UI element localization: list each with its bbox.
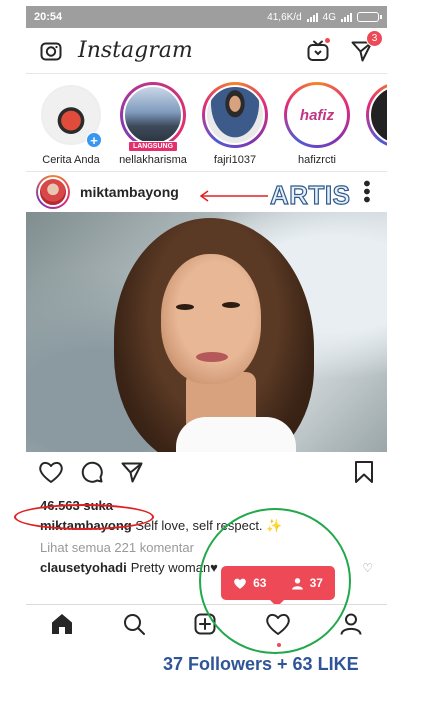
post-actions <box>26 452 387 496</box>
story-thumb-text: hafiz <box>299 106 335 124</box>
story-name: hafizrcti <box>298 154 336 166</box>
direct-badge: 3 <box>366 29 383 47</box>
signal-icon-2 <box>341 12 352 22</box>
add-story-icon[interactable]: + <box>86 132 102 148</box>
comment-like-icon[interactable]: ♡ <box>362 561 373 575</box>
more-options-icon[interactable]: ••• <box>354 180 377 204</box>
search-icon[interactable] <box>122 612 146 641</box>
story-item[interactable]: fajri1037 <box>198 82 272 171</box>
network-type: 4G <box>322 11 336 23</box>
bookmark-icon[interactable] <box>353 460 375 489</box>
annotation-arrow <box>199 190 268 202</box>
photo-eye <box>176 304 194 310</box>
photo-shirt <box>176 417 296 452</box>
signal-icon <box>306 12 318 22</box>
live-badge: LANGSUNG <box>127 141 179 152</box>
battery-icon <box>357 12 382 22</box>
annotation-likes-oval <box>14 504 154 530</box>
status-bar: 20:54 41,6K/d 4G <box>26 6 387 28</box>
post-username[interactable]: miktambayong <box>80 184 179 200</box>
story-item[interactable]: dage <box>362 82 387 171</box>
app-logo: Instagram <box>78 38 193 63</box>
photo-lips <box>196 352 228 362</box>
story-name: Cerita Anda <box>42 154 100 166</box>
direct-message-icon[interactable]: 3 <box>347 29 383 66</box>
igtv-new-dot <box>324 36 331 44</box>
camera-icon[interactable] <box>36 36 66 66</box>
photo-eye <box>222 302 240 308</box>
comment-username[interactable]: clausetyohadi <box>40 560 127 575</box>
like-heart-icon[interactable] <box>38 460 64 489</box>
stories-tray[interactable]: + Cerita Anda LANGSUNG nellakharisma faj… <box>26 74 387 172</box>
avatar[interactable] <box>36 175 70 209</box>
comment-icon[interactable] <box>80 460 104 489</box>
photo-face <box>161 254 261 384</box>
profile-icon[interactable] <box>339 612 363 641</box>
home-icon[interactable] <box>50 612 74 641</box>
share-icon[interactable] <box>120 460 144 489</box>
status-time: 20:54 <box>34 11 63 23</box>
annotation-footer-note: 37 Followers + 63 LIKE <box>163 654 359 674</box>
network-speed: 41,6K/d <box>267 11 302 23</box>
post-image[interactable] <box>26 212 387 452</box>
igtv-icon[interactable] <box>303 36 333 66</box>
annotation-popup-circle <box>199 508 351 654</box>
story-live[interactable]: LANGSUNG nellakharisma <box>116 82 190 171</box>
story-name: nellakharisma <box>119 154 187 166</box>
annotation-artis-label: ARTIS <box>269 179 351 210</box>
story-name: fajri1037 <box>213 154 257 166</box>
top-bar: Instagram 3 <box>26 28 387 74</box>
story-own[interactable]: + Cerita Anda <box>34 82 108 171</box>
story-item[interactable]: hafiz hafizrcti <box>280 82 354 171</box>
